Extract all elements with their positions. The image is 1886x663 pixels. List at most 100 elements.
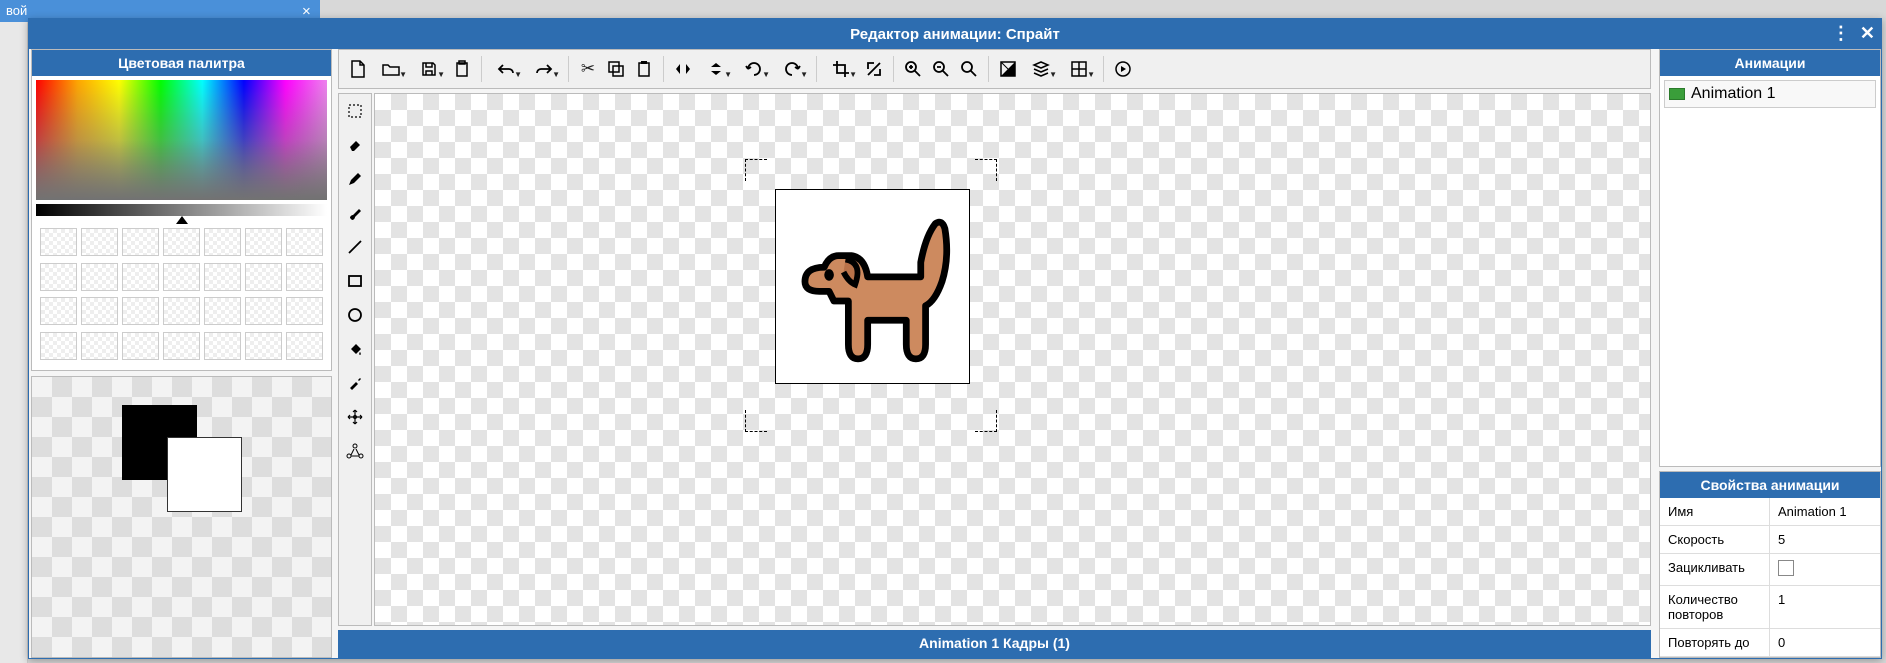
swatch[interactable]	[245, 263, 282, 291]
swatch[interactable]	[122, 263, 159, 291]
cut-icon[interactable]: ✂	[575, 56, 601, 82]
grid-icon[interactable]: ▼	[1061, 56, 1097, 82]
layers-icon[interactable]: ▼	[1023, 56, 1059, 82]
swatch[interactable]	[204, 297, 241, 325]
swatch[interactable]	[204, 228, 241, 256]
background-color[interactable]	[167, 437, 242, 512]
animations-list: Animation 1	[1660, 76, 1880, 466]
swatch[interactable]	[286, 332, 323, 360]
line-tool-icon[interactable]	[342, 234, 368, 260]
window-title: Редактор анимации: Спрайт	[850, 26, 1060, 43]
prop-label: Повторять до	[1660, 629, 1770, 656]
swatch[interactable]	[286, 263, 323, 291]
swatch[interactable]	[204, 332, 241, 360]
swatch[interactable]	[40, 297, 77, 325]
polygon-tool-icon[interactable]	[342, 438, 368, 464]
canvas-area[interactable]	[374, 93, 1651, 626]
animations-header: Анимации	[1660, 50, 1880, 76]
undo-icon[interactable]: ▼	[488, 56, 524, 82]
main-toolbar: ▼ ▼ ▼ ▼ ✂ ▼ ▼ ▼ ▼	[338, 49, 1651, 89]
fill-tool-icon[interactable]	[342, 336, 368, 362]
redo-icon[interactable]: ▼	[526, 56, 562, 82]
open-file-icon[interactable]: ▼	[373, 56, 409, 82]
brush-tool-icon[interactable]	[342, 200, 368, 226]
swatch[interactable]	[245, 228, 282, 256]
crop-icon[interactable]: ▼	[823, 56, 859, 82]
color-gradient[interactable]	[36, 80, 327, 200]
swatch[interactable]	[122, 228, 159, 256]
picker-tool-icon[interactable]	[342, 370, 368, 396]
sprite-content[interactable]	[775, 189, 970, 384]
swatch[interactable]	[122, 297, 159, 325]
zoom-fit-icon[interactable]	[956, 56, 982, 82]
select-tool-icon[interactable]	[342, 98, 368, 124]
swatch[interactable]	[286, 297, 323, 325]
zoom-out-icon[interactable]	[928, 56, 954, 82]
animation-properties-panel: Свойства анимации Имя Animation 1 Скорос…	[1659, 471, 1881, 658]
swatch[interactable]	[163, 228, 200, 256]
pencil-tool-icon[interactable]	[342, 166, 368, 192]
color-palette-panel: Цветовая палитра	[31, 49, 332, 371]
circle-tool-icon[interactable]	[342, 302, 368, 328]
background-panel	[0, 0, 28, 663]
prop-value[interactable]	[1770, 554, 1880, 585]
swatch[interactable]	[286, 228, 323, 256]
swatch[interactable]	[81, 228, 118, 256]
play-icon[interactable]	[1110, 56, 1136, 82]
resize-icon[interactable]	[861, 56, 887, 82]
zoom-in-icon[interactable]	[900, 56, 926, 82]
swatch[interactable]	[163, 332, 200, 360]
swatch[interactable]	[40, 332, 77, 360]
eraser-tool-icon[interactable]	[342, 132, 368, 158]
animation-name: Animation 1	[1691, 85, 1776, 103]
clipboard-icon[interactable]	[449, 56, 475, 82]
prop-label: Количество повторов	[1660, 586, 1770, 628]
rect-tool-icon[interactable]	[342, 268, 368, 294]
animation-item[interactable]: Animation 1	[1664, 80, 1876, 108]
checkbox-icon[interactable]	[1778, 560, 1794, 576]
swatch[interactable]	[81, 297, 118, 325]
rotate-cw-icon[interactable]: ▼	[774, 56, 810, 82]
slider-thumb-icon[interactable]	[176, 216, 188, 224]
selection-corner-tr	[975, 159, 997, 181]
save-file-icon[interactable]: ▼	[411, 56, 447, 82]
prop-value[interactable]: 5	[1770, 526, 1880, 553]
mask-icon[interactable]	[995, 56, 1021, 82]
move-tool-icon[interactable]	[342, 404, 368, 430]
film-icon	[1669, 88, 1685, 100]
swatch[interactable]	[163, 297, 200, 325]
brightness-slider[interactable]	[36, 204, 327, 216]
rotate-ccw-icon[interactable]: ▼	[736, 56, 772, 82]
swatch[interactable]	[122, 332, 159, 360]
paste-icon[interactable]	[631, 56, 657, 82]
prop-value[interactable]: 0	[1770, 629, 1880, 656]
prop-row-name: Имя Animation 1	[1660, 498, 1880, 526]
swatch[interactable]	[81, 263, 118, 291]
flip-vertical-icon[interactable]: ▼	[698, 56, 734, 82]
more-icon[interactable]: ⋮	[1832, 23, 1848, 44]
tool-column	[338, 93, 372, 626]
swatch[interactable]	[163, 263, 200, 291]
swatch[interactable]	[81, 332, 118, 360]
prop-value[interactable]: 1	[1770, 586, 1880, 628]
swatch[interactable]	[40, 263, 77, 291]
swatch-grid	[32, 220, 331, 370]
flip-horizontal-icon[interactable]	[670, 56, 696, 82]
selection-corner-tl	[745, 159, 767, 181]
swatch[interactable]	[245, 332, 282, 360]
prop-row-repeat-to: Повторять до 0	[1660, 629, 1880, 657]
prop-row-speed: Скорость 5	[1660, 526, 1880, 554]
props-header: Свойства анимации	[1660, 472, 1880, 498]
copy-icon[interactable]	[603, 56, 629, 82]
left-column: Цветовая палитра	[29, 49, 334, 658]
close-icon[interactable]: ✕	[1860, 23, 1875, 44]
animations-panel: Анимации Animation 1	[1659, 49, 1881, 467]
prop-value[interactable]: Animation 1	[1770, 498, 1880, 525]
prop-label: Скорость	[1660, 526, 1770, 553]
swatch[interactable]	[204, 263, 241, 291]
swatch[interactable]	[40, 228, 77, 256]
prop-row-repeats: Количество повторов 1	[1660, 586, 1880, 629]
swatch[interactable]	[245, 297, 282, 325]
new-file-icon[interactable]	[345, 56, 371, 82]
frames-bar[interactable]: Animation 1 Кадры (1)	[338, 630, 1651, 658]
